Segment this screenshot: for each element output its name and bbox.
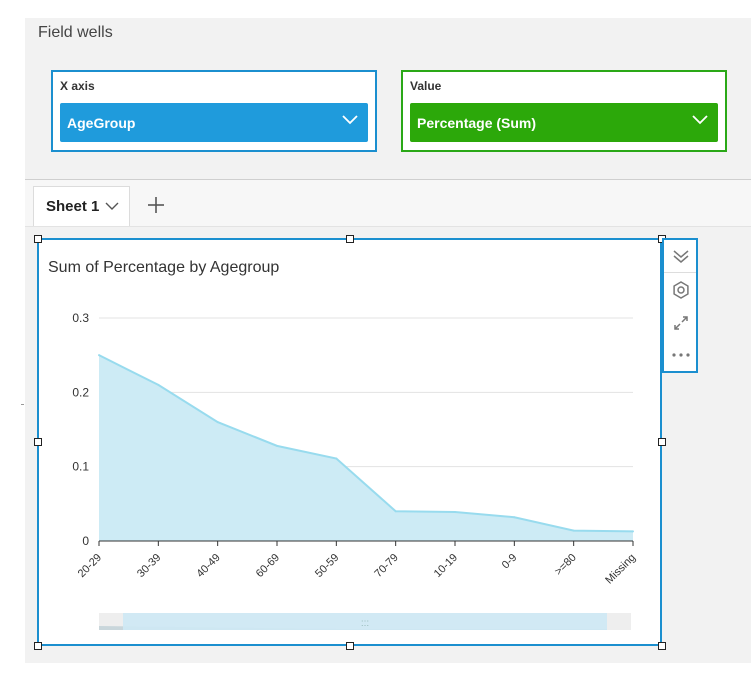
data-point-10-19 <box>454 511 456 514</box>
value-well-label: Value <box>410 79 442 93</box>
resize-handle-top-left[interactable] <box>34 235 42 243</box>
settings-gear-icon[interactable] <box>671 280 691 300</box>
more-dots-icon[interactable] <box>671 345 691 365</box>
data-point-Missing <box>632 530 634 533</box>
chevron-down-icon <box>342 115 358 125</box>
collapse-chevrons-icon[interactable] <box>671 247 691 267</box>
x-tick-label: 10-19 <box>432 552 460 580</box>
resize-handle-top[interactable] <box>346 235 354 243</box>
x-tick-label: 40-49 <box>194 552 222 580</box>
data-point-20-29 <box>98 354 100 357</box>
x-axis-well-label: X axis <box>60 79 95 93</box>
x-tick-label: Missing <box>603 552 638 587</box>
x-tick-label: 30-39 <box>135 552 163 580</box>
field-wells-title: Field wells <box>38 24 113 41</box>
expand-icon[interactable] <box>671 313 691 333</box>
y-tick-label: 0.3 <box>72 311 89 325</box>
resize-handle-left[interactable] <box>34 438 42 446</box>
data-point-70-79 <box>394 510 397 513</box>
data-point-50-59 <box>335 457 338 460</box>
y-tick-label: 0.1 <box>72 460 89 474</box>
x-tick-label: 70-79 <box>372 552 400 580</box>
x-tick-label: 60-69 <box>254 552 282 580</box>
visual-toolbar <box>662 238 698 373</box>
x-axis-field-button[interactable]: AgeGroup <box>60 103 368 142</box>
value-field-label: Percentage (Sum) <box>417 114 537 131</box>
resize-handle-right[interactable] <box>658 438 666 446</box>
tab-sheet-1-label: Sheet 1 <box>46 198 100 215</box>
y-tick-label: 0 <box>82 534 89 548</box>
x-tick-label: >=80 <box>553 552 579 578</box>
scroll-grip[interactable]: ::: <box>361 618 369 629</box>
area-chart: 0 0.1 0.2 0.3 20-29 30-39 40-49 60-69 50-59 70-79… <box>72 311 638 630</box>
resize-handle-bottom[interactable] <box>346 642 354 650</box>
data-point-0-9 <box>513 516 516 519</box>
plus-icon[interactable] <box>145 194 167 216</box>
field-wells-panel: Field wells X axis AgeGroup Value Percen… <box>25 18 751 180</box>
divider-tick <box>21 404 24 405</box>
value-well: Value Percentage (Sum) <box>401 70 727 152</box>
value-field-button[interactable]: Percentage (Sum) <box>410 103 718 142</box>
data-point-60-69 <box>276 444 278 447</box>
chevron-down-icon[interactable] <box>105 202 119 211</box>
resize-handle-bottom-left[interactable] <box>34 642 42 650</box>
x-tick-label: 50-59 <box>313 552 341 580</box>
x-tick-label: 0-9 <box>500 552 520 572</box>
toolbar-divider <box>664 272 696 273</box>
chevron-down-icon <box>692 115 708 125</box>
x-axis-field-label: AgeGroup <box>67 114 136 131</box>
x-axis-well: X axis AgeGroup <box>51 70 377 152</box>
resize-handle-bottom-right[interactable] <box>658 642 666 650</box>
data-point->=80 <box>572 529 575 532</box>
tab-sheet-1[interactable]: Sheet 1 <box>33 186 130 226</box>
y-tick-label: 0.2 <box>72 385 89 399</box>
sheet-tab-bar: Sheet 1 <box>25 180 751 227</box>
data-point-40-49 <box>216 421 219 424</box>
area-fill <box>99 355 633 541</box>
data-point-30-39 <box>157 383 160 386</box>
x-tick-label: 20-29 <box>76 552 104 580</box>
